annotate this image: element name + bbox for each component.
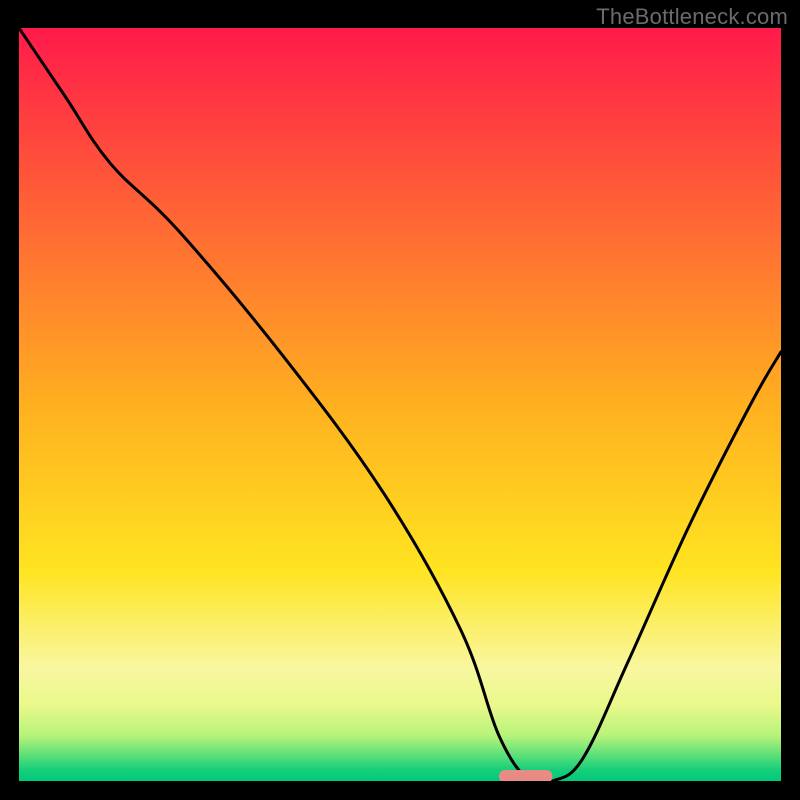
chart-svg xyxy=(19,28,781,781)
plot-background xyxy=(19,28,781,781)
chart-container: TheBottleneck.com xyxy=(0,0,800,800)
plot-frame xyxy=(19,28,781,781)
watermark-label: TheBottleneck.com xyxy=(596,4,788,30)
optimum-marker xyxy=(499,770,552,781)
